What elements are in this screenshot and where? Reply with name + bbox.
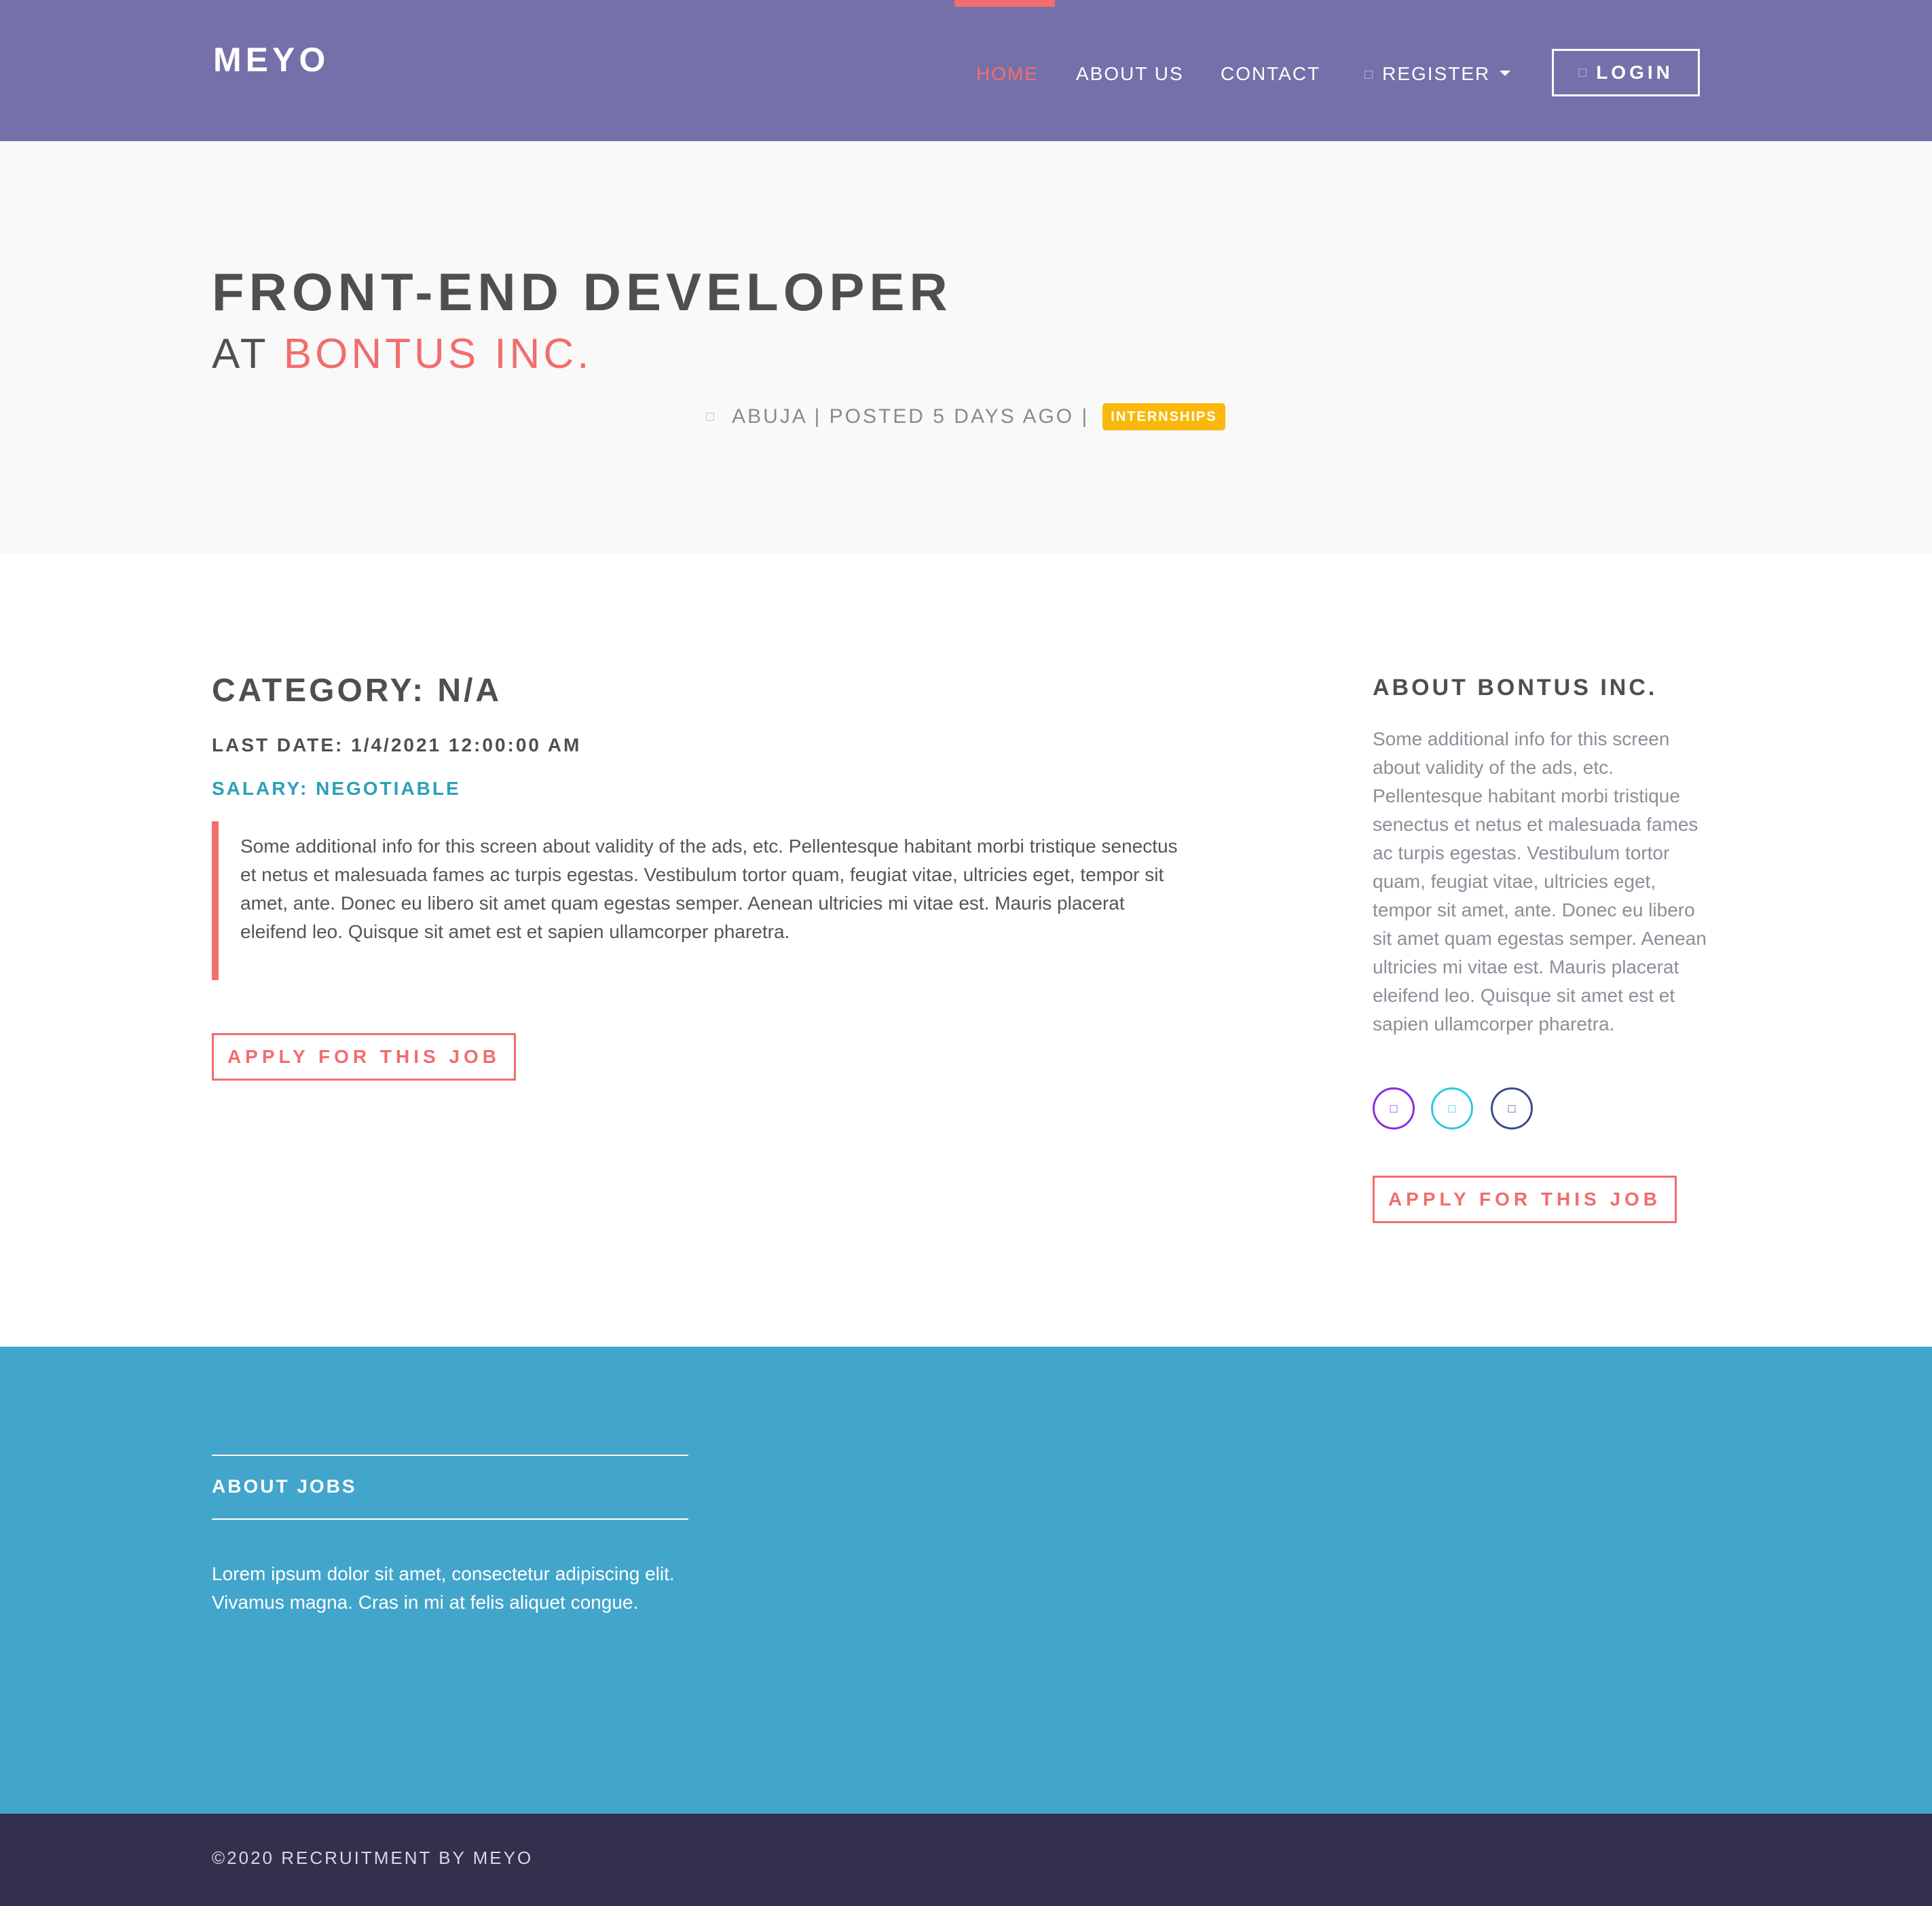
nav-register-label: REGISTER	[1382, 63, 1491, 84]
job-last-date: LAST DATE: 1/4/2021 12:00:00 AM	[212, 734, 582, 755]
footer-text: Lorem ipsum dolor sit amet, consectetur …	[212, 1563, 675, 1613]
job-description: Some additional info for this screen abo…	[212, 821, 1183, 980]
login-button[interactable]: □ LOGIN	[1552, 49, 1700, 96]
facebook-icon[interactable]: □	[1491, 1087, 1533, 1129]
job-meta: □ ABUJA | POSTED 5 DAYS AGO | INTERNSHIP…	[706, 402, 1225, 432]
company-about-text: Some additional info for this screen abo…	[1373, 728, 1707, 1034]
copyright-text: ©2020 RECRUITMENT BY MEYO	[212, 1848, 534, 1868]
job-description-text: Some additional info for this screen abo…	[240, 836, 1178, 942]
job-type-badge[interactable]: INTERNSHIPS	[1102, 403, 1225, 430]
apply-button-main[interactable]: APPLY FOR THIS JOB	[212, 1033, 516, 1081]
company-name[interactable]: BONTUS INC.	[284, 331, 593, 377]
instagram-icon[interactable]: □	[1373, 1087, 1415, 1129]
job-title: FRONT-END DEVELOPER	[212, 262, 952, 322]
footer-heading: ABOUT JOBS	[212, 1476, 357, 1497]
footer-divider-top	[212, 1455, 688, 1456]
login-label: LOGIN	[1596, 62, 1673, 83]
job-meta-text: ABUJA | POSTED 5 DAYS AGO |	[732, 405, 1090, 428]
footer-divider-bottom	[212, 1518, 688, 1520]
nav-about-us[interactable]: ABOUT US	[1076, 60, 1184, 88]
map-pin-icon: □	[706, 409, 715, 424]
twitter-icon[interactable]: □	[1431, 1087, 1473, 1129]
job-salary: SALARY: NEGOTIABLE	[212, 778, 461, 799]
nav-contact[interactable]: CONTACT	[1221, 60, 1320, 88]
apply-button-sidebar[interactable]: APPLY FOR THIS JOB	[1373, 1176, 1677, 1223]
nav-home[interactable]: HOME	[976, 60, 1039, 88]
nav-register-dropdown[interactable]: □ REGISTER	[1364, 60, 1511, 88]
nav-active-indicator	[954, 0, 1055, 7]
company-about-title: ABOUT BONTUS INC.	[1373, 675, 1658, 700]
brand-logo[interactable]: MEYO	[213, 38, 329, 81]
caret-down-icon	[1500, 71, 1511, 76]
job-company-line: AT BONTUS INC.	[212, 329, 592, 380]
sign-in-icon: □	[1578, 64, 1587, 80]
job-category: CATEGORY: N/A	[212, 673, 502, 709]
user-plus-icon: □	[1364, 67, 1375, 82]
at-prefix: AT	[212, 331, 269, 377]
top-navbar: MEYO HOME ABOUT US CONTACT □ REGISTER □ LO…	[0, 0, 1932, 141]
